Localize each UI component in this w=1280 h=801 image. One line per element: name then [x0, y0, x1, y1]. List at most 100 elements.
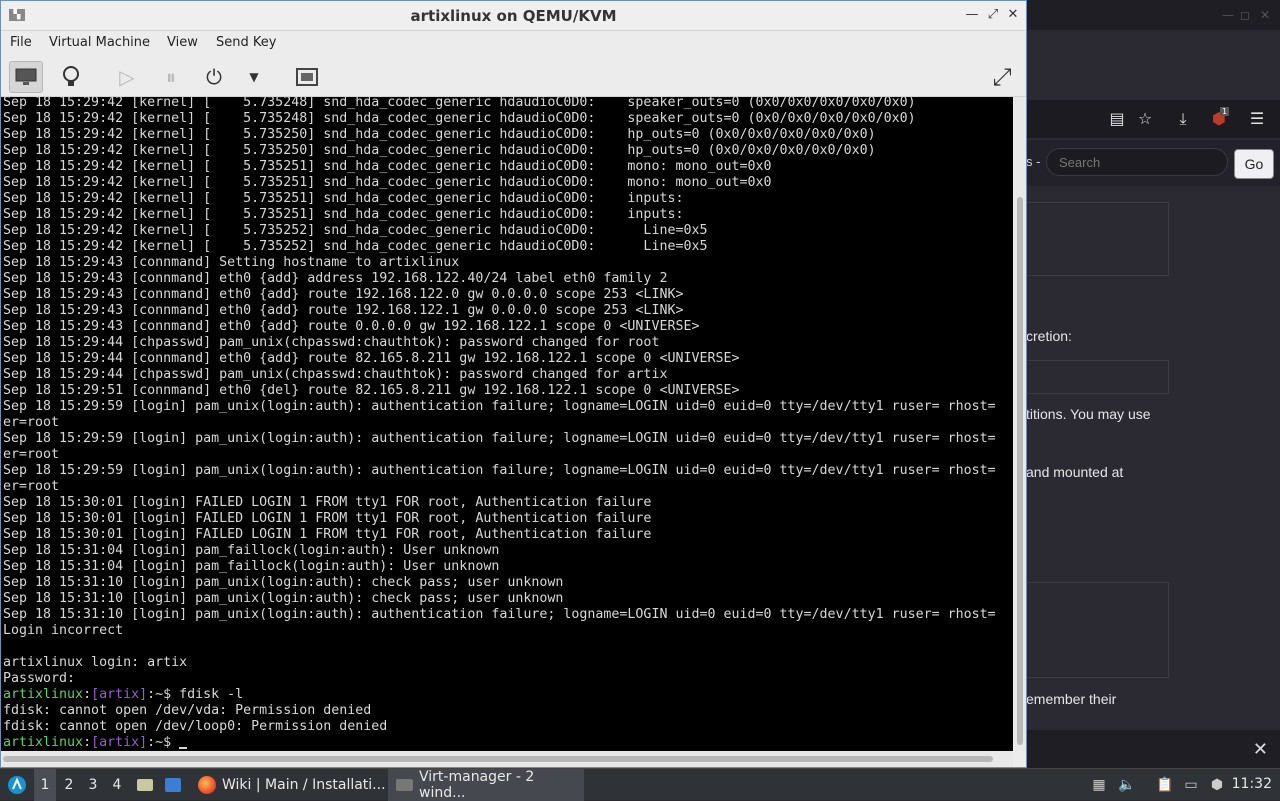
page-text: titions. You may use — [1026, 406, 1151, 422]
run-button[interactable]: ▷ — [110, 61, 144, 93]
start-menu-button[interactable] — [4, 769, 30, 801]
workspace-4[interactable]: 4 — [106, 769, 128, 801]
wiki-search-bar: s - Go — [1026, 140, 1280, 186]
console-line: Sep 18 15:29:43 [connmand] eth0 {add} ad… — [3, 271, 668, 286]
console-line: Sep 18 15:29:43 [connmand] Setting hostn… — [3, 255, 460, 270]
reader-view-icon[interactable]: ▤ — [1106, 108, 1128, 130]
notification-bar: ✕ — [1026, 730, 1280, 768]
console-line: Sep 18 15:30:01 [login] FAILED LOGIN 1 F… — [3, 527, 652, 542]
close-icon[interactable]: ✕ — [1260, 8, 1270, 22]
console-line: er=root — [3, 415, 60, 430]
prompt-separator: : — [83, 687, 92, 702]
content-box — [1026, 202, 1169, 276]
menu-file[interactable]: File — [10, 35, 32, 50]
menu-send-key[interactable]: Send Key — [216, 35, 276, 50]
virt-manager-icon — [396, 779, 414, 791]
snapshots-icon — [296, 68, 318, 86]
console-line: er=root — [3, 479, 60, 494]
console-line: Sep 18 15:29:59 [login] pam_unix(login:a… — [3, 399, 996, 414]
window-title: artixlinux on QEMU/KVM — [410, 7, 617, 25]
workspace-2[interactable]: 2 — [58, 769, 80, 801]
clipboard-icon[interactable]: 📋 — [1156, 776, 1174, 794]
prompt-user: [artix] — [91, 735, 148, 750]
close-icon[interactable]: ✕ — [1253, 739, 1268, 760]
scrollbar-thumb[interactable] — [1017, 197, 1023, 745]
console-line: Sep 18 15:29:42 [kernel] [ 5.735248] snd… — [3, 111, 916, 126]
vertical-scrollbar[interactable] — [1014, 97, 1026, 751]
close-icon[interactable]: ✕ — [1004, 6, 1022, 24]
shutdown-dropdown-icon[interactable]: ▼ — [237, 61, 271, 93]
workspace-1[interactable]: 1 — [34, 769, 56, 801]
console-prompt-line: artixlinux:[artix]:~$ — [3, 735, 1013, 751]
horizontal-scrollbar[interactable] — [1, 751, 1013, 767]
task-label: Wiki | Main / Installati... — [222, 777, 386, 793]
details-view-button[interactable] — [54, 61, 88, 93]
volume-icon[interactable]: 🔈 — [1118, 776, 1136, 794]
page-text: and mounted at — [1026, 464, 1124, 480]
console-line: Sep 18 15:29:42 [kernel] [ 5.735252] snd… — [3, 223, 708, 238]
console-line: Password: — [3, 671, 76, 686]
show-desktop-icon[interactable] — [162, 769, 184, 801]
keyboard-icon[interactable]: ▦ — [1090, 776, 1108, 794]
console-line: Sep 18 15:29:44 [connmand] eth0 {add} ro… — [3, 351, 740, 366]
network-icon[interactable]: ▭ — [1182, 776, 1200, 794]
console-line: Sep 18 15:29:42 [kernel] [ 5.735248] snd… — [3, 97, 916, 110]
console-line: fdisk: cannot open /dev/loop0: Permissio… — [3, 719, 388, 734]
wiki-search-input[interactable] — [1046, 148, 1228, 176]
console-line: Sep 18 15:30:01 [login] FAILED LOGIN 1 F… — [3, 511, 652, 526]
menubar: File Virtual Machine View Send Key — [1, 31, 1026, 57]
console-line: Sep 18 15:29:44 [chpasswd] pam_unix(chpa… — [3, 335, 660, 350]
updates-icon[interactable]: ⬢ — [1208, 776, 1226, 794]
task-virt-manager[interactable]: Virt-manager - 2 wind... — [388, 769, 584, 801]
console-line: Sep 18 15:29:59 [login] pam_unix(login:a… — [3, 463, 996, 478]
task-firefox[interactable]: Wiki | Main / Installati... — [190, 769, 394, 801]
console-line: Sep 18 15:31:04 [login] pam_faillock(log… — [3, 543, 500, 558]
minimize-icon[interactable]: — — [963, 6, 981, 24]
vm-console[interactable]: Sep 18 15:29:42 [kernel] [ 5.735248] snd… — [1, 97, 1013, 751]
minimize-icon[interactable]: — — [1222, 8, 1234, 22]
fullscreen-icon[interactable]: ⤢ — [985, 61, 1019, 93]
bookmark-star-icon[interactable]: ☆ — [1134, 108, 1156, 130]
go-button[interactable]: Go — [1234, 149, 1274, 179]
console-line: er=root — [3, 447, 60, 462]
file-manager-icon[interactable] — [134, 769, 156, 801]
console-line: Sep 18 15:29:51 [connmand] eth0 {del} ro… — [3, 383, 740, 398]
console-line: Sep 18 15:29:43 [connmand] eth0 {add} ro… — [3, 303, 684, 318]
extension-badge: 1 — [1220, 107, 1230, 116]
taskbar: 1 2 3 4 Wiki | Main / Installati... Virt… — [0, 768, 1280, 801]
page-text: emember their — [1026, 691, 1117, 707]
maximize-icon[interactable]: ⤢ — [984, 6, 1002, 24]
menu-view[interactable]: View — [167, 35, 198, 50]
artix-logo-icon — [8, 776, 26, 794]
shutdown-button[interactable]: ⏻ — [197, 61, 231, 93]
console-line: Sep 18 15:29:59 [login] pam_unix(login:a… — [3, 431, 996, 446]
clock: 11:32 — [1231, 776, 1272, 792]
menu-virtual-machine[interactable]: Virtual Machine — [49, 35, 150, 50]
console-line: Sep 18 15:29:43 [connmand] eth0 {add} ro… — [3, 287, 684, 302]
window-titlebar: ▚ artixlinux on QEMU/KVM — ⤢ ✕ — [1, 1, 1026, 31]
menu-icon[interactable]: ☰ — [1246, 108, 1268, 130]
downloads-icon[interactable]: ⤓ — [1172, 108, 1194, 130]
console-view-button[interactable] — [9, 61, 43, 93]
virt-manager-window: ▚ artixlinux on QEMU/KVM — ⤢ ✕ File Virt… — [0, 0, 1027, 768]
console-output: Sep 18 15:29:42 [kernel] [ 5.735248] snd… — [1, 97, 1013, 751]
console-line: Sep 18 15:29:42 [kernel] [ 5.735251] snd… — [3, 175, 772, 190]
maximize-icon[interactable]: ◻ — [1240, 8, 1250, 22]
toolbar: ▷ ⏸ ⏻ ▼ ⤢ — [1, 57, 1026, 97]
console-line: Sep 18 15:31:04 [login] pam_faillock(log… — [3, 559, 500, 574]
workspace-3[interactable]: 3 — [82, 769, 104, 801]
console-line: Sep 18 15:29:42 [kernel] [ 5.735250] snd… — [3, 143, 876, 158]
scrollbar-thumb[interactable] — [3, 756, 993, 762]
snapshots-button[interactable] — [290, 61, 324, 93]
background-browser-window: — ◻ ✕ ▤ ☆ ⤓ ⬢ 1 ☰ s - Go cretion: tition… — [1026, 0, 1280, 768]
code-box — [1026, 360, 1169, 394]
console-line: Sep 18 15:29:42 [kernel] [ 5.735251] snd… — [3, 191, 684, 206]
prompt-command: :~$ — [147, 735, 180, 750]
console-line: Login incorrect — [3, 623, 124, 638]
console-line: artixlinux login: artix — [3, 655, 188, 670]
pause-button[interactable]: ⏸ — [154, 61, 188, 93]
prompt-host: artixlinux — [3, 687, 84, 702]
browser-toolbar: ▤ ☆ ⤓ ⬢ 1 ☰ — [1026, 100, 1280, 138]
console-prompt-line: artixlinux:[artix]:~$ fdisk -l — [3, 687, 1013, 703]
